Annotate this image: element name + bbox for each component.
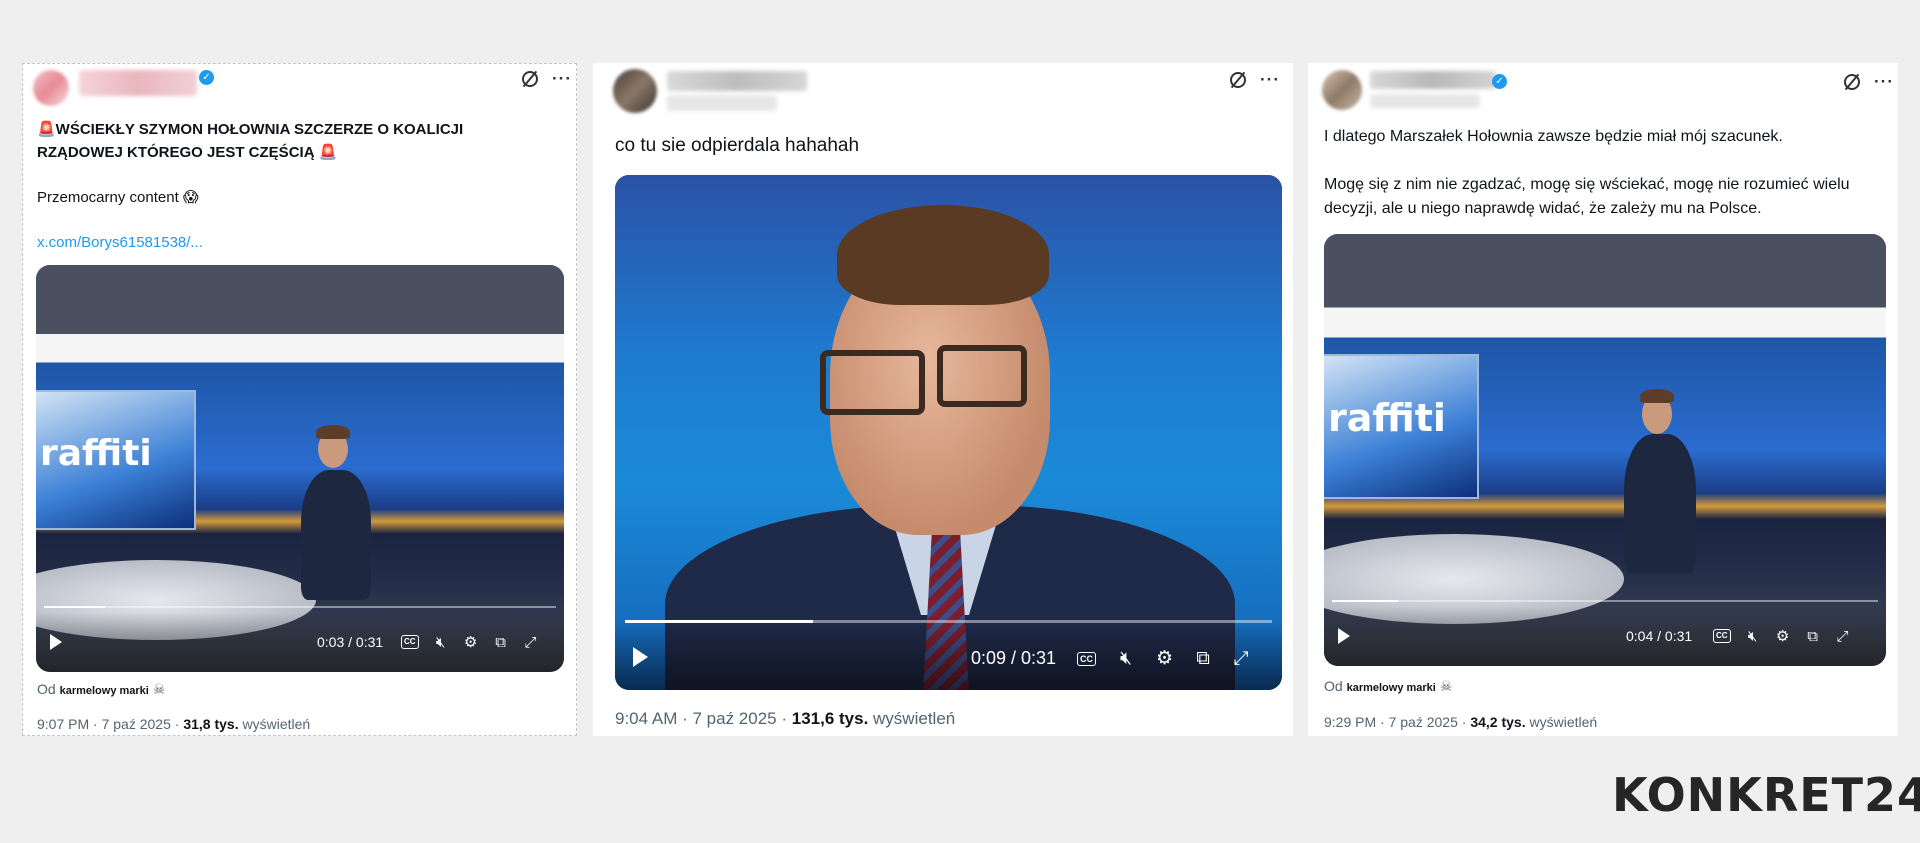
fullscreen-icon[interactable]: ⤢	[523, 634, 539, 651]
tweet-date[interactable]: 7 paź 2025	[692, 709, 776, 728]
mute-icon[interactable]: 🔇︎	[1745, 628, 1761, 645]
settings-icon[interactable]: ⚙	[1775, 627, 1791, 645]
user-handle-blurred[interactable]	[1370, 94, 1480, 108]
grok-icon[interactable]	[1844, 73, 1860, 90]
video-controls: 0:09 / 0:31 CC 🔇︎ ⚙ ⧉ ⤢	[615, 620, 1282, 690]
more-icon[interactable]: ···	[1874, 73, 1894, 90]
captions-icon[interactable]: CC	[1713, 629, 1731, 643]
video-time: 0:04 / 0:31	[1626, 628, 1693, 644]
tweet-meta: 9:07 PM · 7 paź 2025 · 31,8 tys. wyświet…	[37, 716, 311, 732]
pip-icon[interactable]: ⧉	[1195, 648, 1211, 670]
tweet-text: co tu sie odpierdala hahahah	[615, 135, 860, 156]
more-icon[interactable]: ···	[552, 70, 572, 87]
tweet-text: 🚨WŚCIEKŁY SZYMON HOŁOWNIA SZCZERZE O KOA…	[37, 118, 557, 164]
tweet-header: ···	[593, 63, 1293, 123]
video-progress-bar[interactable]	[1332, 600, 1878, 602]
more-icon[interactable]: ···	[1260, 71, 1280, 88]
tweet-header: ✓ ···	[23, 64, 576, 124]
tweet-header: ✓ ···	[1308, 63, 1898, 123]
video-time: 0:09 / 0:31	[971, 648, 1057, 668]
tweet-meta: 9:04 AM · 7 paź 2025 · 131,6 tys. wyświe…	[615, 709, 956, 728]
user-name-blurred[interactable]	[1370, 71, 1496, 89]
play-icon[interactable]	[1338, 628, 1350, 644]
video-frame-studio: raffiti	[36, 265, 564, 672]
konkret24-logo: KONKRET24	[1612, 768, 1920, 822]
tweet-date[interactable]: 7 paź 2025	[102, 716, 171, 732]
views-label: wyświetleń	[1529, 714, 1598, 730]
avatar[interactable]	[1322, 70, 1362, 110]
view-count: 31,8 tys.	[183, 716, 239, 732]
tweet-text: I dlatego Marszałek Hołownia zawsze będz…	[1324, 125, 1890, 221]
header-actions: ···	[1844, 73, 1894, 90]
tweet-time[interactable]: 9:04 AM	[615, 709, 677, 728]
skull-icon: ☠	[152, 681, 166, 697]
community-note-source: Od karmelowy marki ☠	[1324, 678, 1452, 695]
tweet-text-line2: Mogę się z nim nie zgadzać, mogę się wśc…	[1324, 176, 1850, 193]
verified-icon: ✓	[199, 70, 214, 85]
mute-icon[interactable]: 🔇︎	[433, 634, 449, 651]
video-player[interactable]: 0:09 / 0:31 CC 🔇︎ ⚙ ⧉ ⤢	[615, 175, 1282, 690]
settings-icon[interactable]: ⚙	[463, 633, 479, 651]
user-name-blurred[interactable]	[667, 71, 807, 91]
grok-icon[interactable]	[1230, 71, 1246, 88]
video-progress-bar[interactable]	[44, 606, 556, 608]
user-handle-blurred[interactable]	[667, 95, 777, 111]
avatar[interactable]	[33, 70, 69, 106]
video-time: 0:03 / 0:31	[317, 634, 384, 650]
tweet-subtitle: Przemocarny content 😱	[37, 189, 199, 206]
video-controls: 0:04 / 0:31 CC 🔇︎ ⚙ ⧉ ⤢	[1324, 600, 1886, 666]
fullscreen-icon[interactable]: ⤢	[1233, 648, 1249, 670]
from-name[interactable]: karmelowy marki	[60, 685, 149, 697]
tweet-time[interactable]: 9:29 PM	[1324, 714, 1376, 730]
view-count: 34,2 tys.	[1470, 714, 1526, 730]
tweet-time[interactable]: 9:07 PM	[37, 716, 89, 732]
pip-icon[interactable]: ⧉	[1805, 628, 1821, 645]
from-prefix: Od	[37, 681, 56, 697]
tweet-card-1[interactable]: ✓ ··· 🚨WŚCIEKŁY SZYMON HOŁOWNIA SZCZERZE…	[22, 63, 577, 736]
header-actions: ···	[522, 70, 572, 87]
views-label: wyświetleń	[242, 716, 311, 732]
tweet-text-line2: RZĄDOWEJ KTÓREGO JEST CZĘŚCIĄ 🚨	[37, 144, 338, 161]
graffiti-sign: raffiti	[40, 433, 152, 474]
avatar[interactable]	[613, 69, 657, 113]
play-icon[interactable]	[50, 634, 62, 650]
user-name-blurred[interactable]	[79, 70, 197, 96]
from-prefix: Od	[1324, 678, 1343, 694]
pip-icon[interactable]: ⧉	[493, 634, 509, 651]
view-count: 131,6 tys.	[791, 709, 869, 728]
captions-icon[interactable]: CC	[401, 635, 419, 649]
tweet-text-line1: I dlatego Marszałek Hołownia zawsze będz…	[1324, 128, 1783, 145]
fullscreen-icon[interactable]: ⤢	[1835, 628, 1851, 645]
tweet-meta: 9:29 PM · 7 paź 2025 · 34,2 tys. wyświet…	[1324, 714, 1598, 730]
skull-icon: ☠	[1439, 678, 1453, 694]
grok-icon[interactable]	[522, 70, 538, 87]
graffiti-sign: raffiti	[1328, 396, 1446, 440]
tweet-card-3[interactable]: ✓ ··· I dlatego Marszałek Hołownia zawsz…	[1308, 63, 1898, 736]
tweet-link[interactable]: x.com/Borys61581538/...	[37, 231, 203, 254]
views-label: wyświetleń	[873, 709, 956, 728]
from-name[interactable]: karmelowy marki	[1347, 682, 1436, 694]
video-frame-closeup	[615, 175, 1282, 690]
tweet-text-line3: decyzji, ale u niego naprawdę widać, że …	[1324, 200, 1762, 217]
mute-icon[interactable]: 🔇︎	[1118, 648, 1134, 670]
video-controls: 0:03 / 0:31 CC 🔇︎ ⚙ ⧉ ⤢	[36, 606, 564, 672]
community-note-source: Od karmelowy marki ☠	[37, 681, 165, 698]
header-actions: ···	[1230, 71, 1280, 88]
tweet-text-line1: 🚨WŚCIEKŁY SZYMON HOŁOWNIA SZCZERZE O KOA…	[37, 121, 464, 138]
video-player[interactable]: raffiti 0:04 / 0:31 CC 🔇︎ ⚙ ⧉ ⤢	[1324, 234, 1886, 666]
captions-icon[interactable]: CC	[1077, 651, 1096, 666]
settings-icon[interactable]: ⚙	[1156, 647, 1173, 670]
tweet-card-2[interactable]: ··· co tu sie odpierdala hahahah 0:09 / …	[593, 63, 1293, 736]
verified-icon: ✓	[1492, 74, 1507, 89]
tweet-date[interactable]: 7 paź 2025	[1389, 714, 1458, 730]
video-progress-bar[interactable]	[625, 620, 1272, 623]
video-player[interactable]: raffiti 0:03 / 0:31 CC 🔇︎ ⚙ ⧉ ⤢	[36, 265, 564, 672]
play-icon[interactable]	[633, 647, 648, 667]
